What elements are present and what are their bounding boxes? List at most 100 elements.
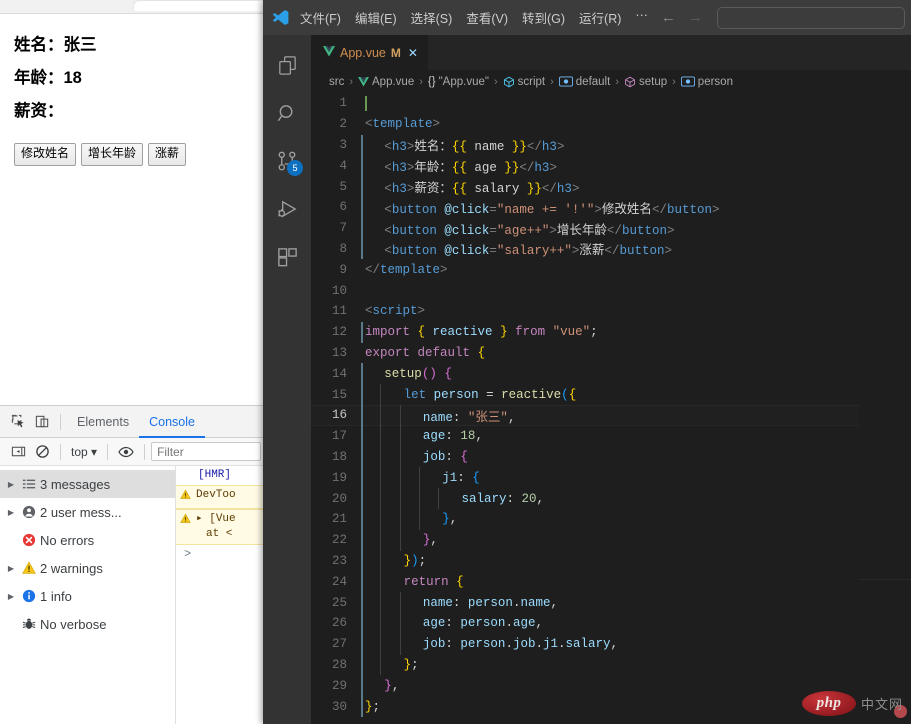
indent-guide xyxy=(361,529,363,551)
indent-guide xyxy=(399,633,401,655)
code-line-20[interactable]: 20 salary: 20, xyxy=(311,488,911,509)
code-token: template xyxy=(380,262,441,277)
activity-explorer[interactable] xyxy=(263,41,311,89)
chevron-right-icon[interactable]: ▶ xyxy=(4,564,18,573)
console-sidebar-item-3[interactable]: ▶ 2 warnings xyxy=(0,554,175,582)
console-prompt[interactable]: > xyxy=(176,545,270,564)
page-button-2[interactable]: 涨薪 xyxy=(148,143,187,166)
console-sidebar-item-5[interactable]: No verbose xyxy=(0,610,175,638)
code-line-18[interactable]: 18 job: { xyxy=(311,446,911,468)
console-sidebar-item-2[interactable]: No errors xyxy=(0,526,175,554)
menu-item-0[interactable]: 文件(F) xyxy=(293,5,348,30)
breadcrumb-item-4[interactable]: default xyxy=(558,76,610,88)
menu-item-1[interactable]: 编辑(E) xyxy=(348,5,404,30)
code-line-7[interactable]: 7 <button @click="age++">增长年龄</button> xyxy=(311,217,911,239)
code-line-28[interactable]: 28}; xyxy=(311,654,911,676)
code-token: button xyxy=(619,244,665,259)
nav-back-icon[interactable]: ← xyxy=(655,9,682,26)
breadcrumb-item-0[interactable]: src xyxy=(329,76,344,88)
chevron-right-icon[interactable]: ▶ xyxy=(4,508,18,517)
line-number: 2 xyxy=(339,117,347,132)
code-line-19[interactable]: 19 j1: { xyxy=(311,467,911,489)
indent-guide xyxy=(361,592,363,613)
code-line-6[interactable]: 6 <button @click="name += '!'">修改姓名</butt… xyxy=(311,196,911,218)
code-editor[interactable]: 1 2 <template> 3 <h3>姓名：{{ name }}</h3> 4 <h3>… xyxy=(311,93,911,724)
nav-forward-icon[interactable]: → xyxy=(682,9,709,26)
context-selector[interactable]: top ▾ xyxy=(67,445,101,459)
activity-extensions[interactable] xyxy=(263,233,311,281)
code-line-5[interactable]: 5 <h3>薪资：{{ salary }}</h3> xyxy=(311,176,911,197)
breadcrumb-item-2[interactable]: {} "App.vue" xyxy=(428,76,489,88)
code-token: , xyxy=(449,512,458,527)
chevron-right-icon[interactable]: ▶ xyxy=(4,480,18,489)
breadcrumb-item-3[interactable]: script xyxy=(503,76,545,88)
code-line-17[interactable]: 17 age: 18, xyxy=(311,425,911,447)
code-token: ( xyxy=(561,387,569,402)
command-center-input[interactable] xyxy=(716,6,905,29)
code-token: } xyxy=(384,678,392,693)
code-token: = xyxy=(489,223,497,238)
page-button-0[interactable]: 修改姓名 xyxy=(14,143,77,166)
menu-item-5[interactable]: 运行(R) xyxy=(572,5,628,30)
live-expression-icon[interactable] xyxy=(114,440,138,464)
breadcrumb-item-1[interactable]: App.vue xyxy=(358,76,414,88)
code-line-3[interactable]: 3 <h3>姓名：{{ name }}</h3> xyxy=(311,134,911,156)
breadcrumb: src › App.vue › {} "App.vue" › script › default › s… xyxy=(311,70,911,93)
code-line-12[interactable]: 12 import { reactive } from "vue"; xyxy=(311,321,911,343)
code-line-4[interactable]: 4 <h3>年龄：{{ age }}</h3> xyxy=(311,155,911,177)
clear-console-icon[interactable] xyxy=(30,440,54,464)
page-button-1[interactable]: 增长年龄 xyxy=(81,143,144,166)
code-token: : xyxy=(452,595,468,610)
menu-item-3[interactable]: 查看(V) xyxy=(459,5,515,30)
code-line-11[interactable]: 11 <script> xyxy=(311,301,911,322)
code-line-8[interactable]: 8 <button @click="salary++">涨薪</button> xyxy=(311,238,911,260)
code-line-23[interactable]: 23}); xyxy=(311,550,911,572)
code-line-26[interactable]: 26 age: person.age, xyxy=(311,612,911,634)
code-line-1[interactable]: 1 xyxy=(311,93,911,114)
editor-minimap-area[interactable] xyxy=(859,93,911,724)
menu-item-4[interactable]: 转到(G) xyxy=(515,5,572,30)
device-toolbar-icon[interactable] xyxy=(30,410,54,434)
code-token: : xyxy=(445,616,461,631)
activity-run-debug[interactable] xyxy=(263,185,311,233)
close-icon[interactable]: ✕ xyxy=(408,46,418,60)
filter-input[interactable] xyxy=(151,442,262,461)
code-token: h3 xyxy=(556,182,572,197)
activity-source-control[interactable]: 5 xyxy=(263,137,311,185)
code-token: . xyxy=(558,637,566,652)
menu-item-6[interactable]: ··· xyxy=(628,5,655,30)
code-line-2[interactable]: 2 <template> xyxy=(311,114,911,135)
tab-app-vue[interactable]: App.vue M ✕ xyxy=(311,35,429,70)
tab-elements[interactable]: Elements xyxy=(67,406,139,438)
code-line-22[interactable]: 22}, xyxy=(311,529,911,551)
code-line-10[interactable]: 10 xyxy=(311,280,911,301)
code-line-27[interactable]: 27 job: person.job.j1.salary, xyxy=(311,633,911,655)
console-sidebar-item-4[interactable]: ▶ 1 info xyxy=(0,582,175,610)
sidebar-toggle-icon[interactable] xyxy=(6,440,30,464)
code-line-24[interactable]: 24 return { xyxy=(311,571,911,593)
code-token: , xyxy=(507,410,516,425)
menu-item-2[interactable]: 选择(S) xyxy=(404,5,460,30)
inspect-element-icon[interactable] xyxy=(6,410,30,434)
line-number: 21 xyxy=(331,512,347,527)
code-token: @click xyxy=(444,202,490,217)
chevron-right-icon[interactable]: ▶ xyxy=(4,592,18,601)
console-sidebar-item-0[interactable]: ▶ 3 messages xyxy=(0,470,175,498)
code-line-14[interactable]: 14 setup() { xyxy=(311,363,911,385)
code-token: reactive xyxy=(501,387,562,402)
breadcrumb-item-5[interactable]: setup xyxy=(624,76,667,88)
code-token: reactive xyxy=(425,325,501,340)
code-line-9[interactable]: 9 </template> xyxy=(311,259,911,280)
code-token: salary xyxy=(565,637,611,652)
code-line-21[interactable]: 21}, xyxy=(311,508,911,530)
code-token: > xyxy=(594,202,602,217)
breadcrumb-item-6[interactable]: person xyxy=(680,76,733,88)
code-line-15[interactable]: 15 let person = reactive({ xyxy=(311,384,911,405)
code-line-25[interactable]: 25 name: person.name, xyxy=(311,592,911,613)
page-field-value: 18 xyxy=(63,68,82,87)
code-line-16[interactable]: 16 name: "张三", xyxy=(311,404,911,426)
code-line-13[interactable]: 13 export default { xyxy=(311,343,911,364)
console-sidebar-item-1[interactable]: ▶ 2 user mess... xyxy=(0,498,175,526)
tab-console[interactable]: Console xyxy=(139,406,205,438)
activity-search[interactable] xyxy=(263,89,311,137)
